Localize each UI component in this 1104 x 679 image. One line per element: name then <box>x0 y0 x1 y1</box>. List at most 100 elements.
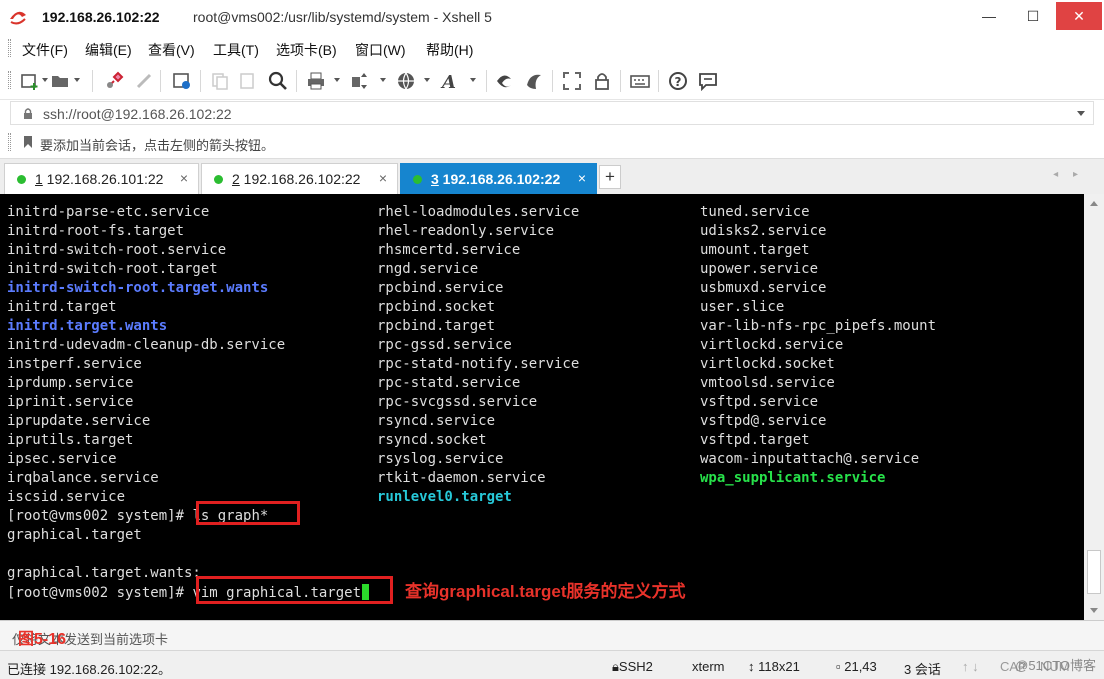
cursor-pos-icon: ▫ <box>836 659 845 674</box>
connect-icon[interactable] <box>104 71 124 91</box>
resize-icon: ↕ <box>748 659 759 674</box>
status-protocol: 🔒︎SSH2 <box>612 659 653 675</box>
tab-close-icon[interactable]: × <box>578 170 586 186</box>
paste-icon[interactable] <box>238 71 258 91</box>
print-icon[interactable] <box>306 71 326 91</box>
scroll-down-icon[interactable] <box>1090 608 1098 613</box>
listing-file: vsftpd.service <box>700 394 819 410</box>
toolbar: A ? <box>0 62 1104 100</box>
menu-tools[interactable]: 工具(T) <box>213 40 259 60</box>
session-hint-bar: 要添加当前会话，点击左侧的箭头按钮。 <box>0 128 1104 156</box>
listing-file: vsftpd.target <box>700 432 810 448</box>
listing-file: wpa_supplicant.service <box>700 470 886 486</box>
tab-scroll-arrows[interactable]: ◂ ▸ <box>1053 169 1084 180</box>
maximize-button[interactable]: ☐ <box>1010 2 1056 30</box>
watermark-text: @51CTO博客 <box>1015 658 1096 673</box>
hintbar-grip-handle[interactable] <box>8 133 11 151</box>
chat-icon[interactable] <box>698 71 718 91</box>
tab-host: 192.168.26.101:22 <box>42 171 164 187</box>
new-tab-button[interactable]: + <box>599 165 621 189</box>
tab-host: 192.168.26.102:22 <box>239 171 361 187</box>
address-dropdown-icon[interactable] <box>1077 111 1085 116</box>
scrollbar-thumb[interactable] <box>1087 550 1101 594</box>
listing-file: initrd-switch-root.target <box>7 261 218 277</box>
address-input[interactable]: ssh://root@192.168.26.102:22 <box>43 106 232 122</box>
window-title-path: root@vms002:/usr/lib/systemd/system - Xs… <box>193 9 492 25</box>
listing-file: upower.service <box>700 261 819 277</box>
listing-file: instperf.service <box>7 356 142 372</box>
font-icon[interactable]: A <box>440 71 460 91</box>
tab-session-1[interactable]: 1 192.168.26.101:22 × <box>4 163 199 194</box>
menu-window[interactable]: 窗口(W) <box>355 40 406 60</box>
tab-session-3[interactable]: 3 192.168.26.102:22 × <box>400 163 597 194</box>
transfer-dropdown-icon[interactable] <box>380 78 386 82</box>
menu-tabs[interactable]: 选项卡(B) <box>276 40 337 60</box>
connected-dot-icon <box>17 175 26 184</box>
bookmark-arrow-icon[interactable] <box>22 135 34 149</box>
open-folder-icon[interactable] <box>50 71 70 91</box>
terminal-scrollbar[interactable] <box>1084 194 1104 620</box>
listing-file: rhel-readonly.service <box>377 223 555 239</box>
tab-close-icon[interactable]: × <box>180 170 188 186</box>
svg-text:?: ? <box>675 75 682 89</box>
xmanager-icon[interactable] <box>524 71 544 91</box>
terminal[interactable]: [root@vms002 system]# ls graph* graphica… <box>0 194 1084 620</box>
listing-file: virtlockd.socket <box>700 356 835 372</box>
xftp-icon[interactable] <box>494 71 514 91</box>
new-session-icon[interactable] <box>20 71 40 91</box>
status-connection: 已连接 192.168.26.102:22。 <box>7 662 172 677</box>
font-dropdown-icon[interactable] <box>470 78 476 82</box>
find-icon[interactable] <box>268 71 288 91</box>
tab-number: 2 <box>232 171 240 187</box>
listing-file: rpcbind.target <box>377 318 496 334</box>
menu-grip-handle[interactable] <box>8 39 11 57</box>
status-term: xterm <box>692 659 725 674</box>
keyboard-icon[interactable] <box>630 71 650 91</box>
menu-view[interactable]: 查看(V) <box>148 40 195 60</box>
listing-file: udisks2.service <box>700 223 827 239</box>
listing-file: rsyncd.socket <box>377 432 487 448</box>
tab-host: 192.168.26.102:22 <box>438 171 561 187</box>
listing-file: rsyncd.service <box>377 413 496 429</box>
lock-icon: 🔒︎ <box>612 659 619 674</box>
menu-edit[interactable]: 编辑(E) <box>85 40 132 60</box>
new-session-dropdown-icon[interactable] <box>42 78 48 82</box>
print-dropdown-icon[interactable] <box>334 78 340 82</box>
prompt: [root@vms002 system]# <box>7 508 193 524</box>
disconnect-icon[interactable] <box>134 71 154 91</box>
listing-file: umount.target <box>700 242 810 258</box>
tab-number: 3 <box>431 171 439 187</box>
tab-session-2[interactable]: 2 192.168.26.102:22 × <box>201 163 398 194</box>
listing-file: initrd-root-fs.target <box>7 223 185 239</box>
globe-dropdown-icon[interactable] <box>424 78 430 82</box>
close-button[interactable]: ✕ <box>1056 2 1102 30</box>
transfer-icon[interactable] <box>350 71 370 91</box>
copy-icon[interactable] <box>210 71 230 91</box>
toolbar-grip-handle[interactable] <box>8 71 11 89</box>
listing-file: rhel-loadmodules.service <box>377 204 580 220</box>
listing-file: ipsec.service <box>7 451 117 467</box>
listing-file: rhsmcertd.service <box>377 242 521 258</box>
menu-help[interactable]: 帮助(H) <box>426 40 473 60</box>
listing-file: var-lib-nfs-rpc_pipefs.mount <box>700 318 937 334</box>
listing-file: initrd.target <box>7 299 117 315</box>
tab-close-icon[interactable]: × <box>379 170 387 186</box>
listing-file: iprdump.service <box>7 375 134 391</box>
listing-file: rpc-statd-notify.service <box>377 356 580 372</box>
address-bar[interactable]: ssh://root@192.168.26.102:22 <box>10 101 1094 125</box>
listing-file: rpc-svcgssd.service <box>377 394 538 410</box>
help-icon[interactable]: ? <box>668 71 688 91</box>
lock-icon[interactable] <box>592 71 612 91</box>
globe-icon[interactable] <box>396 71 416 91</box>
compose-bar[interactable]: 仅将文本发送到当前选项卡 <box>0 620 1104 650</box>
status-size-text: 118x21 <box>758 659 800 674</box>
properties-icon[interactable] <box>172 71 192 91</box>
fullscreen-icon[interactable] <box>562 71 582 91</box>
toolbar-separator <box>296 70 297 92</box>
status-nav-arrows[interactable]: ↑ ↓ <box>962 659 979 674</box>
minimize-button[interactable]: — <box>966 2 1012 30</box>
scroll-up-icon[interactable] <box>1090 201 1098 206</box>
open-dropdown-icon[interactable] <box>74 78 80 82</box>
menu-file[interactable]: 文件(F) <box>22 40 68 60</box>
listing-file: iprupdate.service <box>7 413 151 429</box>
